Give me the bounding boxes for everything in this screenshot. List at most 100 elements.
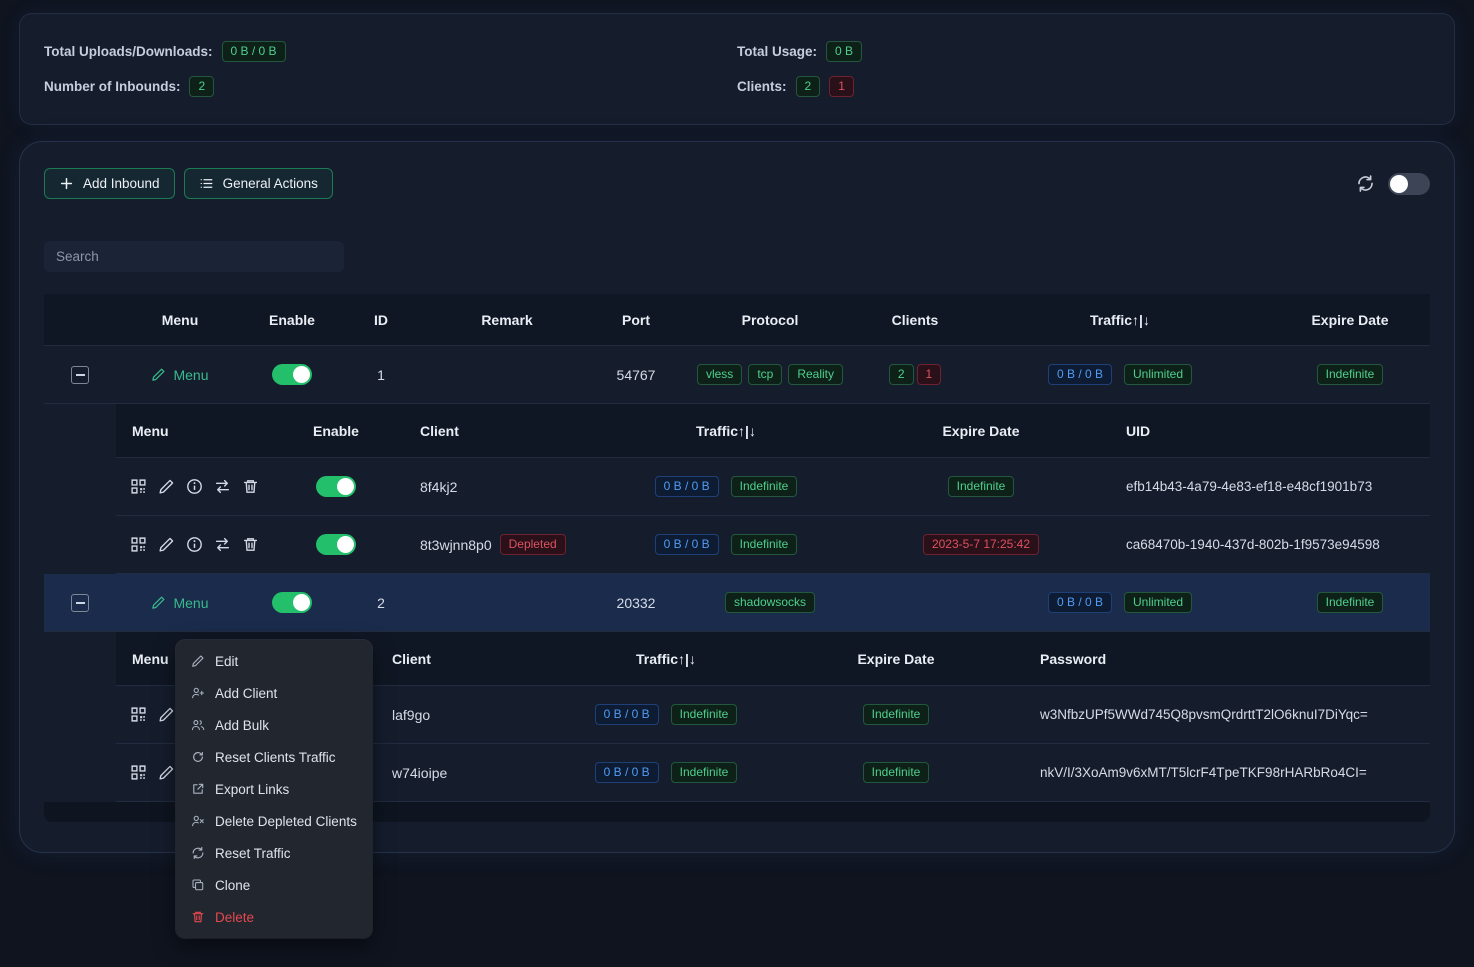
stat-clients: Clients: 2 1 bbox=[737, 76, 1430, 97]
header-expire-date: Expire Date bbox=[836, 404, 1126, 457]
header-client: Client bbox=[376, 632, 556, 685]
dark-mode-toggle[interactable] bbox=[1388, 173, 1430, 195]
menu-item-reset-traffic[interactable]: Reset Traffic bbox=[176, 837, 372, 869]
general-actions-button[interactable]: General Actions bbox=[184, 168, 333, 199]
protocol-badge: tcp bbox=[748, 364, 782, 385]
add-client-icon bbox=[191, 686, 205, 700]
stat-label: Number of Inbounds: bbox=[44, 79, 180, 94]
edit-icon[interactable] bbox=[158, 536, 175, 553]
client-enable-switch[interactable] bbox=[316, 476, 356, 497]
client-name: 8f4kj2 bbox=[396, 458, 616, 515]
refresh-icon[interactable] bbox=[1356, 174, 1375, 193]
qrcode-icon[interactable] bbox=[130, 764, 147, 781]
header-expire-date: Expire Date bbox=[776, 632, 1016, 685]
stat-total-usage: Total Usage: 0 B bbox=[737, 41, 1430, 62]
header-remark: Remark bbox=[422, 294, 592, 345]
menu-item-label: Add Bulk bbox=[215, 718, 269, 733]
info-icon[interactable] bbox=[186, 478, 203, 495]
edit-icon[interactable] bbox=[158, 764, 175, 781]
menu-trigger-label: Menu bbox=[173, 595, 208, 611]
minus-icon bbox=[76, 374, 85, 376]
stat-number-of-inbounds: Number of Inbounds: 2 bbox=[44, 76, 737, 97]
stat-clients-active-badge: 2 bbox=[796, 76, 821, 97]
stats-overview-card: Total Uploads/Downloads: 0 B / 0 B Total… bbox=[20, 14, 1454, 124]
menu-item-label: Clone bbox=[215, 878, 250, 893]
header-password: Password bbox=[1016, 632, 1430, 685]
menu-item-label: Delete Depleted Clients bbox=[215, 814, 357, 829]
stat-usage-badge: 0 B bbox=[826, 41, 862, 62]
inbound-1-clients-table: Menu Enable Client Traffic↑|↓ Expire Dat… bbox=[44, 404, 1430, 574]
inbound-menu-trigger[interactable]: Menu bbox=[151, 367, 208, 383]
header-protocol: Protocol bbox=[680, 294, 860, 345]
client-password: nkV/I/3XoAm9v6xMT/T5lcrF4TpeTKF98rHARbRo… bbox=[1016, 744, 1430, 801]
traffic-badge: 0 B / 0 B bbox=[1048, 592, 1112, 613]
menu-item-delete[interactable]: Delete bbox=[176, 901, 372, 933]
header-client: Client bbox=[396, 404, 616, 457]
edit-icon[interactable] bbox=[158, 706, 175, 723]
inbound-actions-menu: Edit Add Client Add Bulk Reset Clients T… bbox=[176, 640, 372, 938]
client-traffic-limit-badge: Indefinite bbox=[731, 534, 798, 555]
inbound-enable-switch[interactable] bbox=[272, 364, 312, 385]
delete-icon[interactable] bbox=[242, 536, 259, 553]
toggle-knob bbox=[1390, 175, 1408, 193]
menu-item-edit[interactable]: Edit bbox=[176, 645, 372, 677]
client-name: laf9go bbox=[376, 686, 556, 743]
add-inbound-button[interactable]: Add Inbound bbox=[44, 168, 175, 199]
header-traffic-sort[interactable]: Traffic↑|↓ bbox=[970, 294, 1270, 345]
header-uid: UID bbox=[1126, 404, 1430, 457]
client-traffic-badge: 0 B / 0 B bbox=[595, 762, 659, 783]
reset-traffic-icon[interactable] bbox=[214, 478, 231, 495]
search-input[interactable] bbox=[44, 241, 344, 272]
protocol-badge: Reality bbox=[788, 364, 843, 385]
header-expand-spacer bbox=[44, 294, 116, 345]
qrcode-icon[interactable] bbox=[130, 536, 147, 553]
stat-label: Total Usage: bbox=[737, 44, 817, 59]
info-icon[interactable] bbox=[186, 536, 203, 553]
menu-item-add-client[interactable]: Add Client bbox=[176, 677, 372, 709]
menu-item-label: Edit bbox=[215, 654, 238, 669]
toggle-knob bbox=[337, 536, 354, 553]
traffic-limit-badge: Unlimited bbox=[1124, 364, 1192, 385]
client-uid: efb14b43-4a79-4e83-ef18-e48cf1901b73 bbox=[1126, 458, 1430, 515]
menu-item-label: Reset Clients Traffic bbox=[215, 750, 336, 765]
header-traffic-sort[interactable]: Traffic↑|↓ bbox=[556, 632, 776, 685]
stat-label: Total Uploads/Downloads: bbox=[44, 44, 213, 59]
menu-item-label: Delete bbox=[215, 910, 254, 925]
collapse-row-button[interactable] bbox=[71, 594, 89, 612]
menu-item-label: Export Links bbox=[215, 782, 289, 797]
menu-item-clone[interactable]: Clone bbox=[176, 869, 372, 901]
stat-inbounds-badge: 2 bbox=[189, 76, 214, 97]
inbound-id: 2 bbox=[340, 574, 422, 631]
menu-item-add-bulk[interactable]: Add Bulk bbox=[176, 709, 372, 741]
qrcode-icon[interactable] bbox=[130, 478, 147, 495]
edit-icon bbox=[191, 654, 205, 668]
reset-clients-traffic-icon bbox=[191, 750, 205, 764]
inbound-row-1: Menu 1 54767 vless tcp Reality 2 1 0 B /… bbox=[44, 346, 1430, 404]
inbound-menu-trigger[interactable]: Menu bbox=[151, 595, 208, 611]
qrcode-icon[interactable] bbox=[130, 706, 147, 723]
delete-icon[interactable] bbox=[242, 478, 259, 495]
inbound-clients-empty bbox=[860, 574, 970, 631]
header-enable: Enable bbox=[276, 404, 396, 457]
reset-traffic-icon[interactable] bbox=[214, 536, 231, 553]
delete-icon bbox=[191, 910, 205, 924]
menu-item-export-links[interactable]: Export Links bbox=[176, 773, 372, 805]
client-enable-switch[interactable] bbox=[316, 534, 356, 555]
client-name: 8t3wjnn8p0 bbox=[420, 537, 492, 553]
inbound-enable-switch[interactable] bbox=[272, 592, 312, 613]
client-expire-badge: Indefinite bbox=[863, 762, 930, 783]
client-traffic-limit-badge: Indefinite bbox=[671, 762, 738, 783]
inbound-port: 54767 bbox=[592, 346, 680, 403]
stat-clients-depleted-badge: 1 bbox=[829, 76, 854, 97]
stat-uploads-badge: 0 B / 0 B bbox=[222, 41, 286, 62]
inbound-id: 1 bbox=[340, 346, 422, 403]
edit-icon bbox=[151, 595, 166, 610]
collapse-row-button[interactable] bbox=[71, 366, 89, 384]
menu-item-reset-clients-traffic[interactable]: Reset Clients Traffic bbox=[176, 741, 372, 773]
edit-icon[interactable] bbox=[158, 478, 175, 495]
menu-item-label: Add Client bbox=[215, 686, 277, 701]
header-traffic-sort[interactable]: Traffic↑|↓ bbox=[616, 404, 836, 457]
inbound-row-2: Menu 2 20332 shadowsocks 0 B / 0 B Unlim… bbox=[44, 574, 1430, 632]
menu-trigger-label: Menu bbox=[173, 367, 208, 383]
menu-item-delete-depleted-clients[interactable]: Delete Depleted Clients bbox=[176, 805, 372, 837]
